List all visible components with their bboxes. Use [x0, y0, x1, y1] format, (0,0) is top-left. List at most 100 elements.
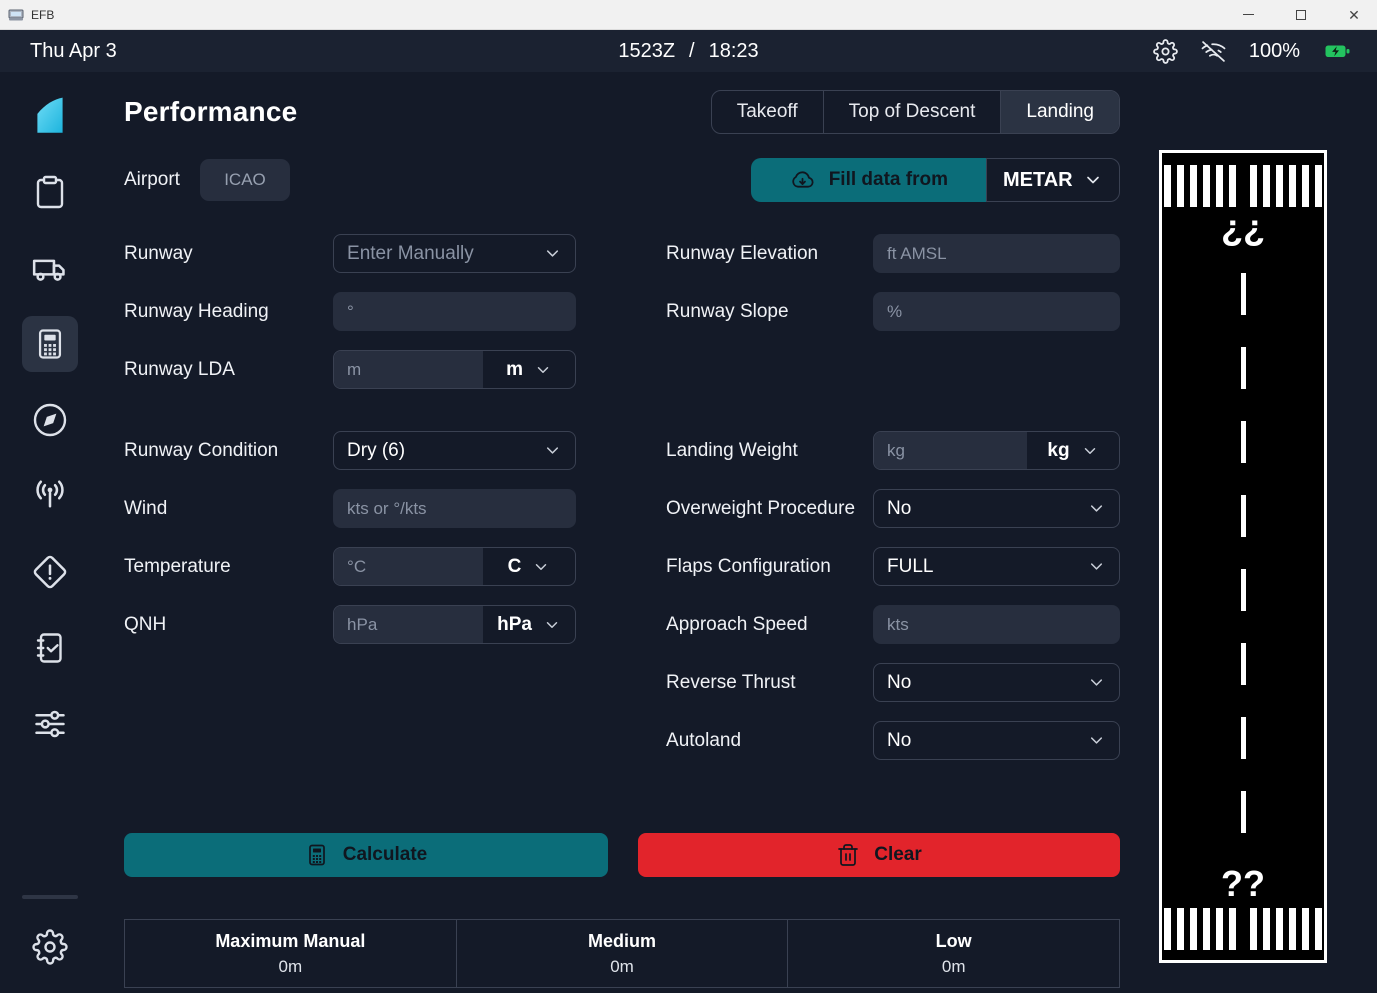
- status-clock: 1523Z / 18:23: [618, 40, 758, 63]
- clear-button[interactable]: Clear: [638, 833, 1120, 877]
- runway-condition-label: Runway Condition: [124, 440, 333, 462]
- reverse-thrust-select[interactable]: No: [873, 663, 1120, 702]
- chevron-down-icon: [1087, 557, 1106, 576]
- sidebar-item-dashboard[interactable]: [22, 164, 78, 220]
- sliders-icon: [31, 705, 69, 743]
- flaps-configuration-select[interactable]: FULL: [873, 547, 1120, 586]
- runway-lda-label: Runway LDA: [124, 359, 333, 381]
- utc-time: 1523Z: [618, 40, 675, 63]
- tab-landing[interactable]: Landing: [1000, 91, 1119, 133]
- chevron-down-icon: [543, 441, 562, 460]
- runway-slope-label: Runway Slope: [666, 301, 873, 323]
- sidebar-item-presets[interactable]: [22, 696, 78, 752]
- tail-fin-logo: [29, 95, 71, 137]
- chevron-down-icon: [534, 361, 552, 379]
- sidebar-item-failures[interactable]: [22, 544, 78, 600]
- app-icon: [8, 7, 24, 23]
- landing-weight-input[interactable]: [874, 432, 1027, 469]
- autoland-label: Autoland: [666, 730, 873, 752]
- gear-icon: [32, 929, 68, 965]
- runway-elevation-label: Runway Elevation: [666, 243, 873, 265]
- fill-source-select[interactable]: METAR: [986, 158, 1120, 202]
- runway-select[interactable]: Enter Manually: [333, 234, 576, 273]
- efb-statusbar: Thu Apr 3 1523Z / 18:23 100%: [0, 30, 1377, 72]
- fill-data-button[interactable]: Fill data from: [751, 158, 986, 202]
- runway-elevation-input[interactable]: [873, 234, 1120, 273]
- temperature-input[interactable]: [334, 548, 483, 585]
- runway-threshold-stripes-bottom: [1164, 908, 1322, 950]
- temperature-unit-select[interactable]: C: [483, 548, 575, 585]
- calculator-icon: [305, 843, 329, 867]
- runway-designator-far: ??: [1221, 213, 1265, 253]
- landing-weight-label: Landing Weight: [666, 440, 873, 462]
- time-separator: /: [689, 40, 695, 63]
- wifi-off-icon: [1200, 39, 1227, 64]
- sidebar-item-performance[interactable]: [22, 316, 78, 372]
- runway-graphic: ?? ??: [1159, 150, 1327, 963]
- runway-slope-input[interactable]: [873, 292, 1120, 331]
- gear-icon[interactable]: [1153, 39, 1178, 64]
- sidebar-item-settings[interactable]: [22, 919, 78, 975]
- antenna-icon: [31, 477, 69, 515]
- sidebar: [0, 72, 100, 993]
- sidebar-item-checklists[interactable]: [22, 620, 78, 676]
- sidebar-item-navigation[interactable]: [22, 392, 78, 448]
- chevron-down-icon: [1087, 499, 1106, 518]
- qnh-input[interactable]: [334, 606, 483, 643]
- tab-top-of-descent[interactable]: Top of Descent: [823, 91, 1001, 133]
- chevron-down-icon: [543, 244, 562, 263]
- landing-weight-unit-select[interactable]: kg: [1027, 432, 1119, 469]
- maximize-icon: [1296, 10, 1306, 20]
- approach-speed-label: Approach Speed: [666, 614, 873, 636]
- maximize-button[interactable]: [1278, 0, 1324, 29]
- close-button[interactable]: ✕: [1331, 0, 1377, 29]
- overweight-procedure-label: Overweight Procedure: [666, 498, 873, 520]
- temperature-label: Temperature: [124, 556, 333, 578]
- result-medium: Medium 0m: [456, 920, 788, 987]
- approach-speed-input[interactable]: [873, 605, 1120, 644]
- runway-condition-select[interactable]: Dry (6): [333, 431, 576, 470]
- window-titlebar: EFB ✕: [0, 0, 1377, 30]
- runway-threshold-stripes-top: [1164, 165, 1322, 207]
- truck-icon: [31, 249, 69, 287]
- tab-group: Takeoff Top of Descent Landing: [711, 90, 1120, 134]
- chevron-down-icon: [1081, 442, 1099, 460]
- tab-takeoff[interactable]: Takeoff: [712, 91, 823, 133]
- battery-percent: 100%: [1249, 40, 1300, 63]
- reverse-thrust-label: Reverse Thrust: [666, 672, 873, 694]
- autoland-select[interactable]: No: [873, 721, 1120, 760]
- qnh-unit-select[interactable]: hPa: [483, 606, 575, 643]
- sidebar-item-atc[interactable]: [22, 468, 78, 524]
- runway-designator-near: ??: [1221, 864, 1265, 904]
- runway-lda-input[interactable]: [334, 351, 483, 388]
- minimize-icon: [1243, 14, 1254, 15]
- results-table: Maximum Manual 0m Medium 0m Low 0m: [124, 919, 1120, 988]
- qnh-label: QNH: [124, 614, 333, 636]
- compass-icon: [32, 402, 68, 438]
- icao-input[interactable]: [200, 159, 290, 201]
- chevron-down-icon: [543, 616, 561, 634]
- clipboard-icon: [32, 174, 68, 210]
- status-date: Thu Apr 3: [30, 40, 117, 63]
- chevron-down-icon: [1087, 731, 1106, 750]
- result-low: Low 0m: [787, 920, 1119, 987]
- result-maximum-manual: Maximum Manual 0m: [125, 920, 456, 987]
- wind-label: Wind: [124, 498, 333, 520]
- close-icon: ✕: [1348, 8, 1360, 22]
- runway-lda-unit-select[interactable]: m: [483, 351, 575, 388]
- minimize-button[interactable]: [1225, 0, 1271, 29]
- page-title: Performance: [124, 96, 297, 128]
- runway-heading-label: Runway Heading: [124, 301, 333, 323]
- sidebar-item-logo[interactable]: [22, 88, 78, 144]
- chevron-down-icon: [1083, 170, 1103, 190]
- wind-input[interactable]: [333, 489, 576, 528]
- runway-centerline: [1241, 273, 1246, 859]
- battery-charging-icon: [1322, 39, 1353, 63]
- notebook-check-icon: [32, 630, 68, 666]
- overweight-procedure-select[interactable]: No: [873, 489, 1120, 528]
- sidebar-divider: [22, 895, 78, 899]
- calculate-button[interactable]: Calculate: [124, 833, 608, 877]
- runway-heading-input[interactable]: [333, 292, 576, 331]
- chevron-down-icon: [1087, 673, 1106, 692]
- sidebar-item-ground[interactable]: [22, 240, 78, 296]
